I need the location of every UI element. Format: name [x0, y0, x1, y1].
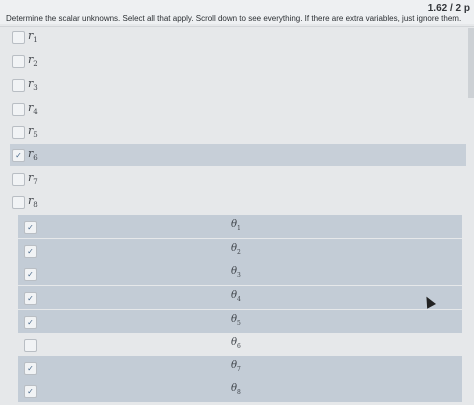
check-icon[interactable]: ✓	[24, 245, 37, 258]
theta-subscript: 5	[237, 320, 241, 327]
check-icon[interactable]: ✓	[24, 268, 37, 281]
theta-subscript: 3	[237, 272, 241, 279]
r-subscript: 7	[33, 178, 38, 187]
r-label: r2	[28, 53, 38, 68]
check-icon[interactable]: ✓	[24, 316, 37, 329]
score-display: 1.62 / 2 p	[427, 3, 470, 14]
option-r2[interactable]: r2	[10, 50, 466, 72]
option-theta4[interactable]: ✓ θ4	[18, 286, 462, 309]
r-label: r3	[28, 77, 38, 92]
option-r4[interactable]: r4	[10, 98, 466, 120]
r-subscript: 5	[33, 131, 38, 140]
option-r5[interactable]: r5	[10, 121, 466, 143]
checkbox-r2[interactable]	[12, 55, 25, 68]
option-theta2[interactable]: ✓ θ2	[18, 239, 462, 262]
r-subscript: 8	[33, 201, 38, 210]
check-icon[interactable]: ✓	[12, 149, 25, 162]
option-r7[interactable]: r7	[10, 168, 466, 190]
theta-subscript: 1	[237, 225, 241, 232]
option-r8[interactable]: r8	[10, 191, 466, 213]
r-label: r4	[28, 101, 38, 116]
option-theta5[interactable]: ✓ θ5	[18, 310, 462, 333]
theta-subscript: 8	[237, 389, 241, 396]
option-theta7[interactable]: ✓ θ7	[18, 356, 462, 379]
check-icon[interactable]: ✓	[24, 292, 37, 305]
r-subscript: 1	[33, 36, 38, 45]
r-subscript: 6	[33, 154, 38, 163]
checkbox-r1[interactable]	[12, 31, 25, 44]
checkbox-r3[interactable]	[12, 79, 25, 92]
option-theta8[interactable]: ✓ θ8	[18, 379, 462, 402]
theta-subscript: 7	[237, 366, 241, 373]
theta-label: θ1	[231, 219, 241, 232]
checkbox-r7[interactable]	[12, 173, 25, 186]
question-prompt: Determine the scalar unknowns. Select al…	[6, 14, 462, 23]
r-label: r8	[28, 194, 38, 209]
option-r6[interactable]: ✓ r6	[10, 144, 466, 166]
check-icon[interactable]: ✓	[24, 385, 37, 398]
r-subscript: 4	[33, 108, 38, 117]
theta-label: θ3	[231, 266, 241, 279]
theta-subscript: 2	[237, 249, 241, 256]
theta-subscript: 4	[237, 296, 241, 303]
theta-label: θ4	[231, 290, 241, 303]
checkbox-r4[interactable]	[12, 103, 25, 116]
r-label: r7	[28, 171, 38, 186]
theta-label: θ8	[231, 383, 241, 396]
check-icon[interactable]: ✓	[24, 221, 37, 234]
checkbox-r5[interactable]	[12, 126, 25, 139]
theta-label: θ7	[231, 360, 241, 373]
r-subscript: 3	[33, 84, 38, 93]
r-subscript: 2	[33, 60, 38, 69]
check-icon[interactable]: ✓	[24, 362, 37, 375]
option-theta3[interactable]: ✓ θ3	[18, 262, 462, 285]
option-theta6[interactable]: θ6	[18, 333, 462, 356]
theta-label: θ2	[231, 243, 241, 256]
checkbox-theta6[interactable]	[24, 339, 37, 352]
theta-label: θ6	[231, 337, 241, 350]
option-r3[interactable]: r3	[10, 74, 466, 96]
theta-label: θ5	[231, 314, 241, 327]
option-r1[interactable]: r1	[10, 26, 466, 48]
scrollbar[interactable]	[468, 28, 474, 98]
theta-subscript: 6	[237, 343, 241, 350]
r-label: r6	[28, 147, 38, 162]
r-label: r5	[28, 124, 38, 139]
checkbox-r8[interactable]	[12, 196, 25, 209]
r-label: r1	[28, 29, 38, 44]
option-theta1[interactable]: ✓ θ1	[18, 215, 462, 238]
